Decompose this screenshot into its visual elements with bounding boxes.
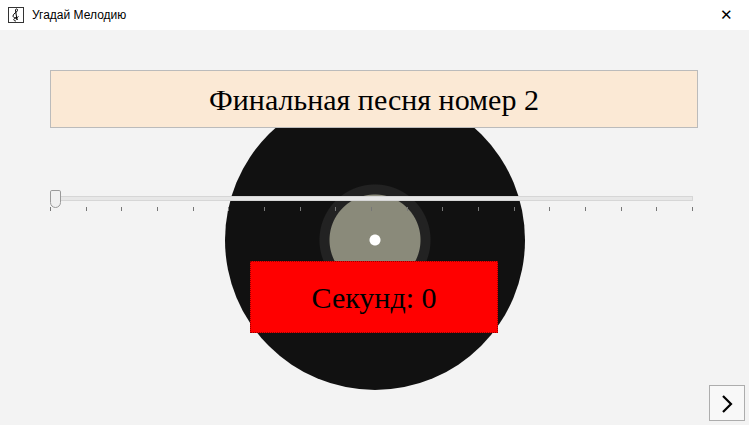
slider-tick [656,207,657,211]
slider-track[interactable] [50,196,693,201]
window-title: Угадай Мелодию [32,6,703,24]
slider-tick [371,207,372,211]
slider-thumb[interactable] [50,190,61,208]
close-button[interactable]: ✕ [703,0,749,30]
slider-tick [621,207,622,211]
song-label: Финальная песня номер 2 [50,70,698,128]
main-area: Финальная песня номер 2 Секунд: 0 [0,30,749,425]
timer-label: Секунд: 0 [250,261,498,333]
slider-tick [121,207,122,211]
slider-tick [157,207,158,211]
title-bar: Угадай Мелодию✕ [0,0,749,30]
progress-slider[interactable] [50,196,693,213]
slider-tick [585,207,586,211]
next-button[interactable] [709,385,745,421]
slider-tick [514,207,515,211]
slider-tick [335,207,336,211]
slider-tick [442,207,443,211]
vinyl-picture [225,90,525,390]
slider-tick [478,207,479,211]
slider-tick [86,207,87,211]
content: Финальная песня номер 2 Секунд: 0 [0,30,749,425]
slider-tick [264,207,265,211]
slider-tick [549,207,550,211]
slider-tick [193,207,194,211]
app-icon [8,7,24,23]
slider-tick [407,207,408,211]
slider-ticks [50,207,693,213]
slider-tick [692,207,693,211]
slider-tick [50,207,51,211]
slider-tick [228,207,229,211]
chevron-right-icon [720,391,734,415]
slider-tick [300,207,301,211]
